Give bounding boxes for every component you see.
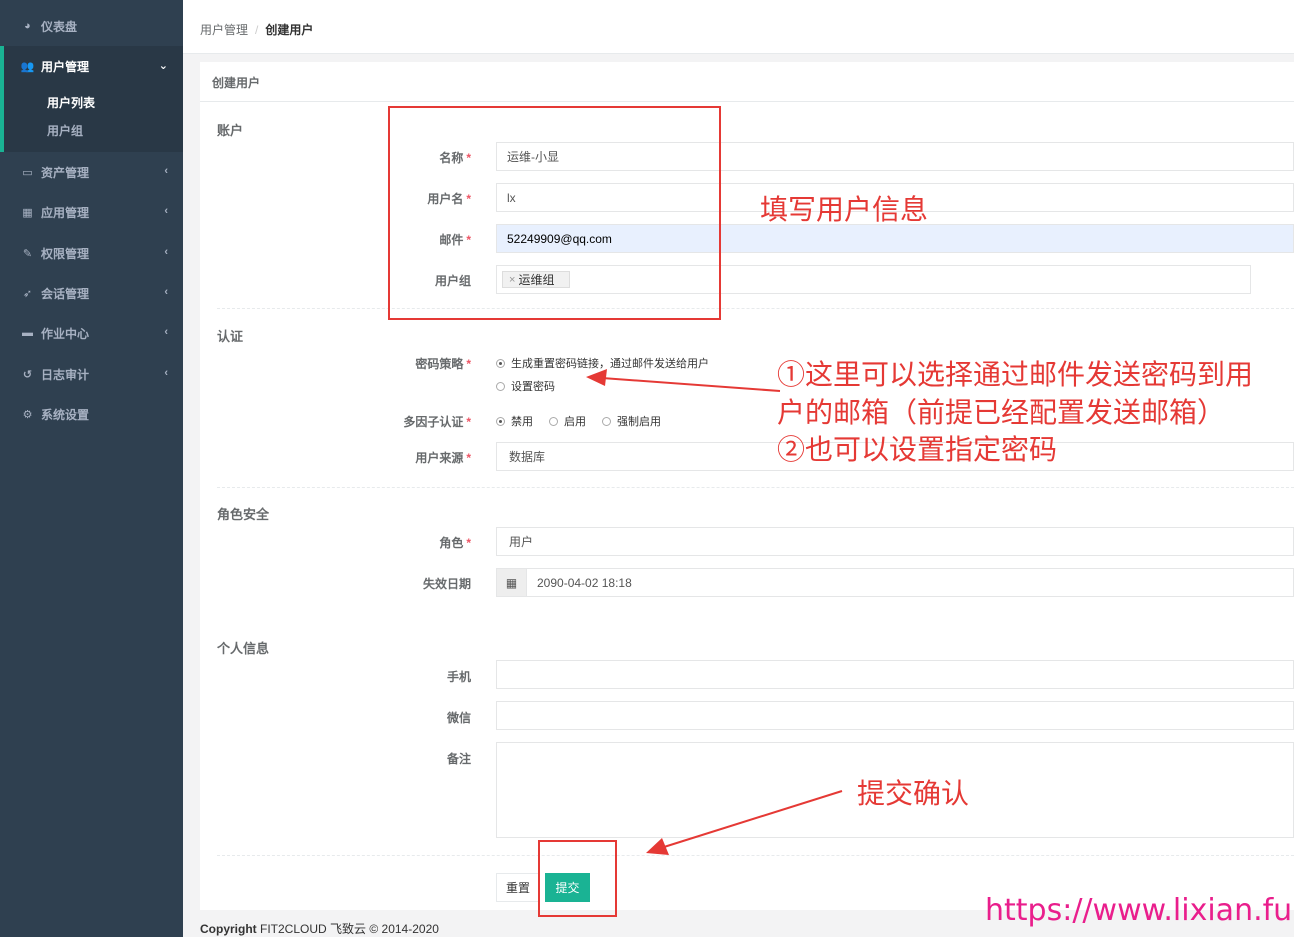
arrow-head-password [586, 369, 607, 386]
annotation-password-line2: 户的邮箱（前提已经配置发送邮箱） [777, 396, 1226, 429]
annotation-fill-info: 填写用户信息 [760, 193, 929, 226]
arrow-line-password [601, 377, 781, 392]
annotation-password-line1: ①这里可以选择通过邮件发送密码到用 [777, 358, 1254, 391]
annotation-password-line3: ②也可以设置指定密码 [777, 433, 1058, 466]
arrow-line-submit [663, 790, 843, 848]
watermark: https://www.lixian.fun [985, 893, 1294, 928]
annotation-submit-confirm: 提交确认 [857, 777, 970, 810]
annotation-arrows [586, 369, 843, 855]
